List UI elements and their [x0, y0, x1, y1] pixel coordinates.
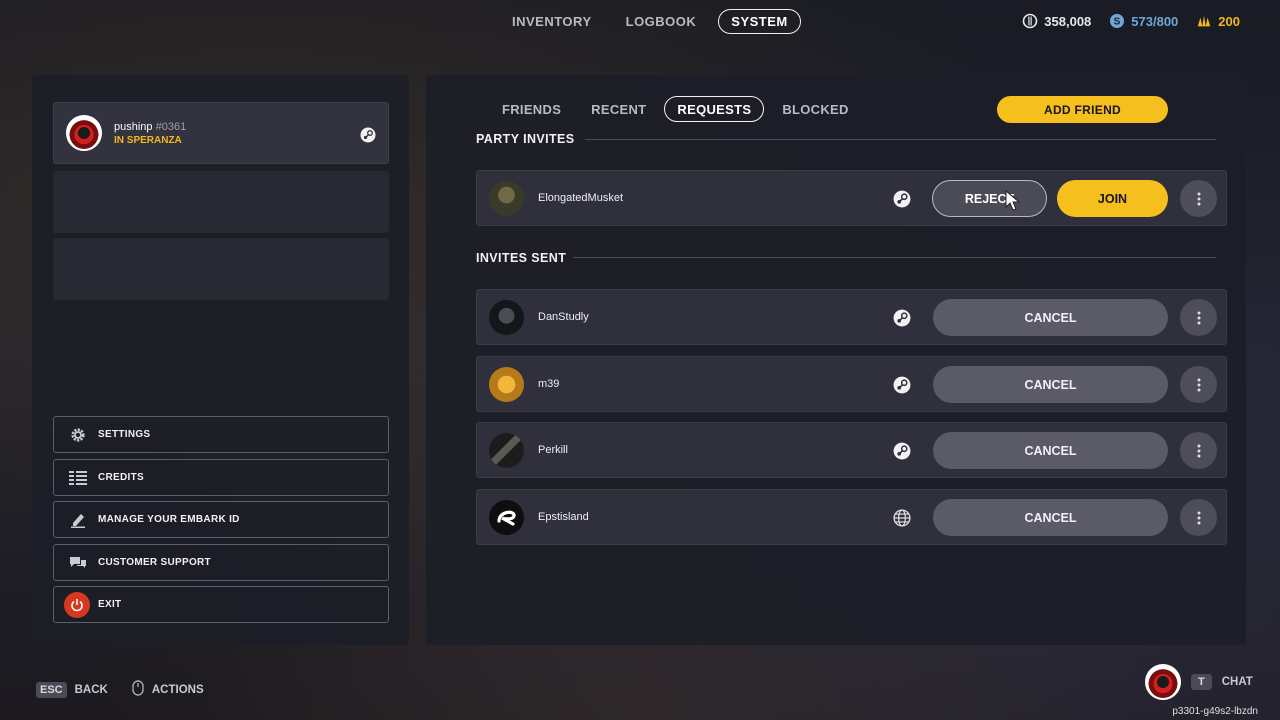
more-vertical-icon [1197, 511, 1200, 524]
chat-button[interactable]: CHAT [1222, 676, 1253, 688]
more-options-button[interactable] [1180, 180, 1217, 217]
steam-icon [893, 309, 911, 327]
reject-button[interactable]: REJECT [932, 180, 1047, 217]
more-vertical-icon [1197, 311, 1200, 324]
party-invite-row: ElongatedMusket REJECT JOIN [476, 170, 1227, 226]
tab-system[interactable]: SYSTEM [718, 9, 801, 34]
manage-embark-id-label: MANAGE YOUR EMBARK ID [98, 514, 240, 525]
chat-hint: T CHAT [1145, 664, 1253, 700]
profile-name: pushinp #0361 [114, 120, 187, 133]
join-button[interactable]: JOIN [1057, 180, 1168, 217]
player-name: ElongatedMusket [538, 192, 623, 204]
avatar [1145, 664, 1181, 700]
empty-party-slot [53, 238, 389, 300]
steam-icon [893, 190, 911, 208]
credits-button[interactable]: CREDITS [53, 459, 389, 496]
chat-key: T [1191, 674, 1212, 690]
friends-tabs: FRIENDS RECENT REQUESTS BLOCKED [490, 96, 861, 122]
manage-embark-id-button[interactable]: MANAGE YOUR EMBARK ID [53, 501, 389, 538]
divider [573, 257, 1216, 258]
top-nav: INVENTORY LOGBOOK SYSTEM [500, 9, 801, 34]
footer-hints: ESC BACK ACTIONS [36, 680, 204, 699]
power-icon [64, 591, 90, 618]
currency-bar: 358,008 S 573/800 200 [1022, 13, 1240, 29]
more-options-button[interactable] [1180, 499, 1217, 536]
mouse-cursor-icon [1005, 189, 1021, 217]
more-vertical-icon [1197, 378, 1200, 391]
avatar [489, 500, 524, 535]
ticket-icon: S [1109, 13, 1125, 29]
currency-coins-value: 358,008 [1044, 13, 1092, 29]
mouse-icon [132, 680, 144, 699]
session-id: p3301-g49s2-lbzdn [1172, 706, 1258, 717]
friends-panel: FRIENDS RECENT REQUESTS BLOCKED ADD FRIE… [426, 75, 1246, 645]
steam-icon [893, 442, 911, 460]
currency-tickets: S 573/800 [1109, 13, 1178, 29]
coin-icon [1022, 13, 1038, 29]
exit-button[interactable]: EXIT [53, 586, 389, 623]
player-name: m39 [538, 378, 560, 390]
cancel-invite-button[interactable]: CANCEL [933, 299, 1168, 336]
tab-logbook[interactable]: LOGBOOK [614, 9, 709, 34]
globe-icon [893, 509, 911, 527]
profile-card[interactable]: pushinp #0361 IN SPERANZA [53, 102, 389, 164]
chat-bubbles-icon [68, 554, 88, 572]
tab-friends[interactable]: FRIENDS [490, 96, 573, 122]
invite-sent-row: DanStudly CANCEL [476, 289, 1227, 345]
profile-status: IN SPERANZA [114, 134, 182, 146]
exit-label: EXIT [98, 599, 122, 610]
esc-key: ESC [36, 681, 67, 698]
tab-recent[interactable]: RECENT [579, 96, 658, 122]
invite-sent-row: Epstisland CANCEL [476, 489, 1227, 545]
currency-tickets-value: 573/800 [1131, 13, 1179, 29]
back-button[interactable]: BACK [75, 684, 108, 696]
customer-support-button[interactable]: CUSTOMER SUPPORT [53, 544, 389, 581]
pen-icon [68, 511, 88, 529]
avatar [489, 433, 524, 468]
empty-party-slot [53, 171, 389, 233]
tab-blocked[interactable]: BLOCKED [770, 96, 860, 122]
avatar [66, 115, 102, 151]
avatar [489, 300, 524, 335]
tab-inventory[interactable]: INVENTORY [500, 9, 604, 34]
customer-support-label: CUSTOMER SUPPORT [98, 557, 211, 568]
list-icon [68, 469, 88, 487]
add-friend-button[interactable]: ADD FRIEND [997, 96, 1168, 123]
party-invites-heading: PARTY INVITES [476, 132, 575, 146]
cancel-invite-button[interactable]: CANCEL [933, 499, 1168, 536]
avatar [489, 367, 524, 402]
steam-icon [360, 127, 376, 148]
gear-icon [68, 426, 88, 444]
more-options-button[interactable] [1180, 366, 1217, 403]
more-options-button[interactable] [1180, 299, 1217, 336]
more-vertical-icon [1197, 444, 1200, 457]
invite-sent-row: Perkill CANCEL [476, 422, 1227, 478]
invites-sent-heading: INVITES SENT [476, 251, 567, 265]
player-name: Epstisland [538, 511, 589, 523]
actions-hint[interactable]: ACTIONS [152, 684, 204, 696]
credits-label: CREDITS [98, 472, 144, 483]
currency-coins: 358,008 [1022, 13, 1091, 29]
bullion-icon [1196, 13, 1212, 29]
settings-button[interactable]: SETTINGS [53, 416, 389, 453]
divider [585, 139, 1216, 140]
currency-bullion-value: 200 [1218, 13, 1240, 29]
cancel-invite-button[interactable]: CANCEL [933, 366, 1168, 403]
more-options-button[interactable] [1180, 432, 1217, 469]
steam-icon [893, 376, 911, 394]
player-name: DanStudly [538, 311, 589, 323]
tab-requests[interactable]: REQUESTS [664, 96, 765, 122]
profile-panel: pushinp #0361 IN SPERANZA SETTINGS CREDI… [32, 75, 409, 645]
avatar [489, 181, 524, 216]
cancel-invite-button[interactable]: CANCEL [933, 432, 1168, 469]
profile-tag: #0361 [155, 120, 187, 133]
more-vertical-icon [1197, 192, 1200, 205]
settings-label: SETTINGS [98, 429, 151, 440]
currency-bullion: 200 [1196, 13, 1240, 29]
invite-sent-row: m39 CANCEL [476, 356, 1227, 412]
player-name: Perkill [538, 444, 568, 456]
svg-text:S: S [1114, 17, 1121, 28]
